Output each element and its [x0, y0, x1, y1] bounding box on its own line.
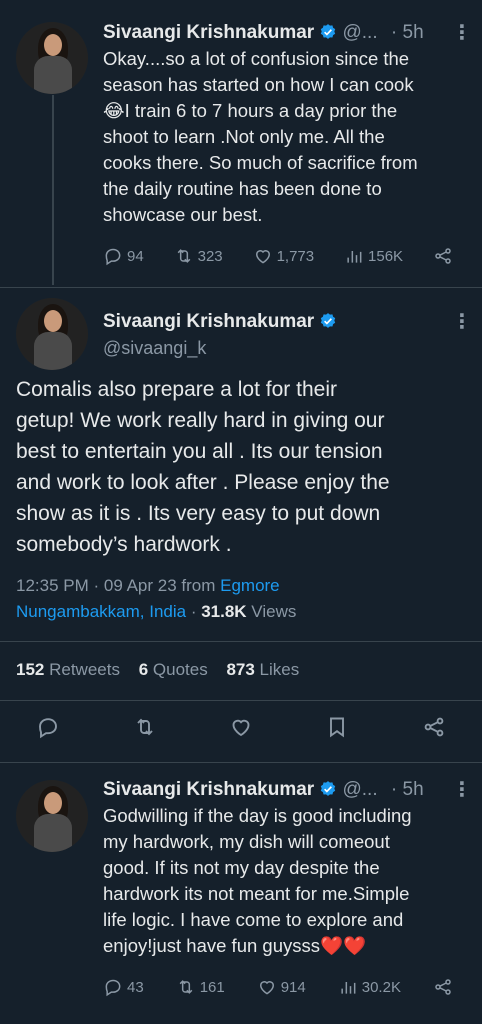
avatar[interactable]	[16, 780, 88, 852]
engagement-stats: 152 Retweets 6 Quotes 873 Likes	[16, 660, 299, 680]
views-button[interactable]: 30.2K	[338, 977, 401, 997]
location-link[interactable]: Nungambakkam, India	[16, 602, 186, 621]
quotes-stat[interactable]: 6 Quotes	[139, 660, 208, 679]
divider	[0, 287, 482, 288]
reply-icon	[39, 718, 58, 739]
retweets-stat[interactable]: 152 Retweets	[16, 660, 120, 679]
main-tweet-actions	[0, 715, 482, 744]
divider	[0, 762, 482, 763]
retweet-button[interactable]	[133, 715, 157, 744]
share-button[interactable]	[433, 246, 453, 266]
views-button[interactable]: 156K	[344, 246, 403, 266]
tweet-text: Comalis also prepare a lot for their get…	[16, 378, 390, 556]
reply-icon	[105, 248, 121, 266]
retweet-icon	[177, 249, 190, 263]
more-icon[interactable]: ⋮	[452, 777, 472, 802]
tweet-text: Godwilling if the day is good including …	[103, 805, 412, 956]
tweet-actions: 94 323 1,773 156K	[103, 246, 453, 266]
share-icon	[424, 717, 444, 737]
like-icon	[259, 981, 274, 995]
share-button[interactable]	[422, 715, 446, 744]
retweet-button[interactable]: 323	[174, 246, 223, 266]
retweet-icon	[136, 718, 153, 736]
reply-button[interactable]: 94	[103, 246, 144, 266]
reply-icon	[105, 979, 121, 997]
reply-button[interactable]: 43	[103, 977, 144, 997]
verified-badge-icon	[321, 24, 336, 39]
more-icon[interactable]: ⋮	[452, 20, 472, 45]
retweet-icon	[179, 980, 193, 994]
views-icon	[341, 982, 356, 994]
bookmark-icon	[330, 717, 345, 738]
tweet-text: Okay....so a lot of confusion since the …	[103, 48, 418, 225]
like-button[interactable]: 914	[257, 977, 306, 997]
divider	[0, 641, 482, 642]
author-name[interactable]: Sivaangi Krishnakumar @... · 5h	[103, 22, 424, 44]
tweet-meta: 12:35 PM · 09 Apr 23 from Egmore	[16, 576, 280, 595]
tweet-actions: 43 161 914 30.2K	[103, 977, 453, 997]
divider	[0, 700, 482, 701]
author-handle[interactable]: @...	[342, 779, 377, 800]
verified-badge-icon	[321, 781, 336, 796]
share-button[interactable]	[433, 977, 453, 997]
views-icon	[347, 251, 362, 263]
avatar[interactable]	[16, 22, 88, 94]
like-button[interactable]	[229, 715, 253, 744]
location-link[interactable]: Egmore	[220, 576, 280, 595]
reply-button[interactable]	[36, 715, 60, 744]
likes-stat[interactable]: 873 Likes	[226, 660, 299, 679]
author-handle[interactable]: @sivaangi_k	[103, 338, 206, 359]
author-handle[interactable]: @...	[342, 22, 377, 43]
share-icon	[435, 979, 451, 995]
like-icon	[232, 719, 250, 737]
like-icon	[255, 250, 270, 264]
more-icon[interactable]: ⋮	[452, 309, 472, 334]
verified-badge-icon	[321, 313, 336, 328]
tweet-time[interactable]: · 5h	[391, 779, 424, 800]
like-button[interactable]: 1,773	[253, 246, 314, 266]
avatar[interactable]	[16, 298, 88, 370]
tweet-meta-line2: Nungambakkam, India · 31.8K Views	[16, 602, 297, 621]
author-name[interactable]: Sivaangi Krishnakumar	[103, 311, 337, 333]
tweet-time[interactable]: · 5h	[391, 22, 424, 43]
retweet-button[interactable]: 161	[176, 977, 225, 997]
thread-line	[52, 95, 54, 285]
bookmark-button[interactable]	[325, 715, 349, 744]
share-icon	[435, 248, 451, 264]
author-name[interactable]: Sivaangi Krishnakumar @... · 5h	[103, 779, 424, 801]
